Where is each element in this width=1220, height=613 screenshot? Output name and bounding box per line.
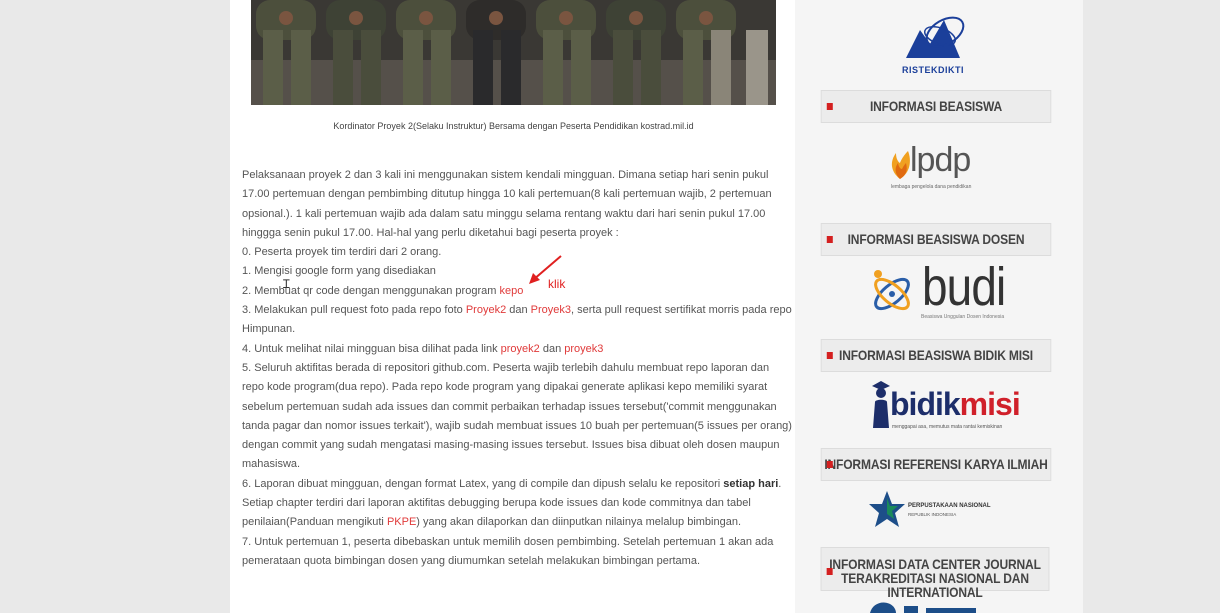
list-item-text: 2. Membuat qr code dengan menggunakan pr…	[242, 284, 500, 297]
bold-text: setiap hari	[723, 477, 779, 490]
lpdp-logo-subtitle: lembaga pengelola dana pendidikan	[891, 184, 972, 190]
red-bullet-icon	[826, 352, 833, 359]
text-cursor-icon: Ɪ	[283, 277, 290, 291]
widget-title-informasi-referensi-karya-ilmiah: INFORMASI REFERENSI KARYA ILMIAH	[820, 448, 1052, 481]
perpusnas-logo-subtitle: REPUBLIK INDONESIA	[908, 512, 957, 517]
lpdp-logo[interactable]: lpdp lembaga pengelola dana pendidikan	[888, 141, 988, 195]
pkpe-link[interactable]: PKPE	[387, 516, 416, 528]
widget-title-line2: TERAKREDITASI NASIONAL DAN INTERNATIONAL	[841, 570, 1029, 600]
ristekdikti-emblem-icon	[906, 16, 965, 58]
proyek2-repo-link[interactable]: Proyek2	[466, 304, 506, 316]
bidik-text: bidik	[890, 386, 961, 422]
widget-title-line1: INFORMASI DATA CENTER JOURNAL	[829, 556, 1041, 572]
list-item: 5. Seluruh aktifitas berada di repositor…	[242, 361, 792, 471]
budi-logo-subtitle: Beasiswa Unggulan Dosen Indonesia	[921, 314, 1005, 320]
bidikmisi-logo-text: bidikmisi	[890, 386, 1021, 423]
misi-text: misi	[959, 386, 1021, 422]
red-bullet-icon	[826, 568, 833, 575]
klik-annotation: klik	[548, 277, 566, 291]
proyek3-repo-link[interactable]: Proyek3	[531, 304, 571, 316]
list-item-text: dan	[539, 342, 565, 355]
widget-title-text: INFORMASI BEASISWA DOSEN	[847, 231, 1025, 247]
list-item-text: ) yang akan dilaporkan dan diinputkan ni…	[416, 516, 742, 529]
list-item: 0. Peserta proyek tim terdiri dari 2 ora…	[242, 246, 442, 259]
widget-title-text: INFORMASI BEASISWA	[869, 98, 1003, 114]
list-item-text: 4. Untuk melihat nilai mingguan bisa dil…	[242, 342, 501, 355]
graduate-silhouette-icon	[872, 381, 890, 428]
article-body: Pelaksanaan proyek 2 dan 3 kali ini meng…	[242, 166, 792, 571]
list-item: 6. Laporan dibuat mingguan, dengan forma…	[242, 475, 792, 533]
widget-title-informasi-beasiswa: INFORMASI BEASISWA	[820, 90, 1052, 123]
budi-atom-icon	[874, 270, 910, 311]
perpusnas-star-icon	[869, 491, 905, 527]
list-item-text: 6. Laporan dibuat mingguan, dengan forma…	[242, 477, 724, 490]
list-item: 7. Untuk pertemuan 1, peserta dibebaskan…	[242, 535, 774, 567]
list-item: 3. Melakukan pull request foto pada repo…	[242, 301, 792, 340]
widget-title-informasi-beasiswa-bidik-misi: INFORMASI BEASISWA BIDIK MISI	[820, 339, 1052, 372]
widget-title-informasi-data-center-journal: INFORMASI DATA CENTER JOURNAL TERAKREDIT…	[820, 547, 1050, 599]
list-item: 1. Mengisi google form yang disediakan	[242, 265, 436, 278]
proyek3-nilai-link[interactable]: proyek3	[564, 343, 603, 355]
list-item-text: dan	[506, 304, 531, 317]
lpdp-logo-text: lpdp	[910, 141, 971, 179]
intro-paragraph: Pelaksanaan proyek 2 dan 3 kali ini meng…	[242, 169, 772, 239]
list-item: 4. Untuk melihat nilai mingguan bisa dil…	[242, 340, 792, 359]
budi-logo-text: budi	[922, 257, 1006, 317]
red-bullet-icon	[826, 461, 833, 468]
budi-logo[interactable]: budi Beasiswa Unggulan Dosen Indonesia	[866, 257, 1006, 326]
widget-title-text: INFORMASI REFERENSI KARYA ILMIAH	[824, 456, 1048, 472]
ristekdikti-logo[interactable]: RISTEKDIKTI	[900, 10, 970, 76]
photo-caption: Kordinator Proyek 2(Selaku Instruktur) B…	[333, 121, 694, 131]
kepo-link[interactable]: kepo	[499, 285, 523, 297]
red-bullet-icon	[826, 236, 833, 243]
ristekdikti-logo-text: RISTEKDIKTI	[902, 65, 965, 75]
list-item-text: 3. Melakukan pull request foto pada repo…	[242, 304, 466, 317]
lpdp-flame-icon	[891, 151, 910, 179]
proyek2-nilai-link[interactable]: proyek2	[501, 343, 540, 355]
data-center-logo-partial-icon	[870, 602, 976, 613]
widget-title-informasi-beasiswa-dosen: INFORMASI BEASISWA DOSEN	[820, 223, 1052, 256]
bidikmisi-logo-subtitle: menggapai asa, memutus mata rantai kemis…	[892, 424, 1003, 430]
red-bullet-icon	[826, 103, 833, 110]
group-photo	[251, 0, 776, 105]
perpusnas-logo-text: PERPUSTAKAAN NASIONAL	[908, 503, 991, 509]
list-item: 2. Membuat qr code dengan menggunakan pr…	[242, 282, 792, 301]
widget-title-text: INFORMASI BEASISWA BIDIK MISI	[839, 347, 1033, 363]
perpustakaan-nasional-logo[interactable]: PERPUSTAKAAN NASIONAL REPUBLIK INDONESIA	[868, 490, 1008, 530]
bidikmisi-logo[interactable]: bidikmisi menggapai asa, memutus mata ra…	[868, 380, 1021, 432]
